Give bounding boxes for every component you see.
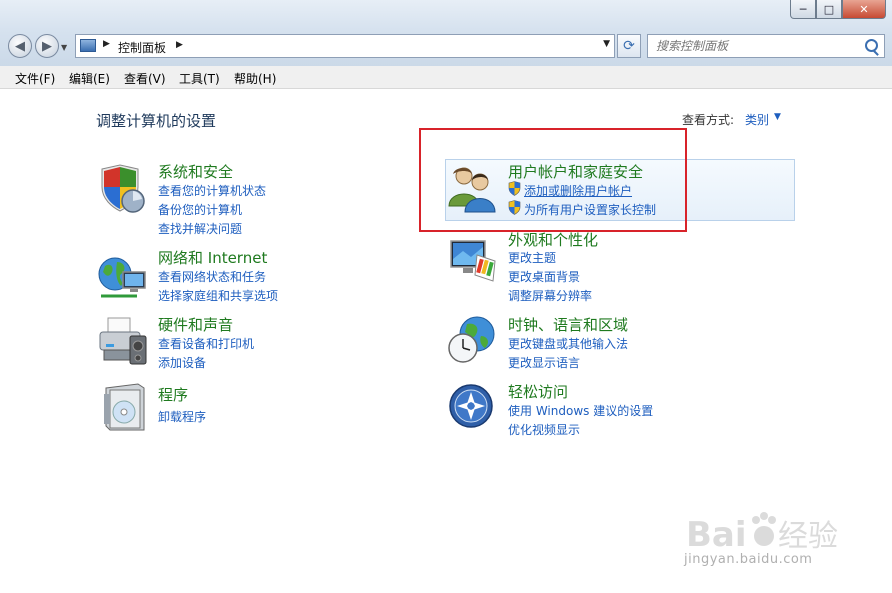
menu-edit[interactable]: 编辑(E) <box>69 70 110 87</box>
menu-file[interactable]: 文件(F) <box>15 70 55 87</box>
printer-hardware-icon <box>99 317 147 365</box>
menu-tools[interactable]: 工具(T) <box>179 70 220 87</box>
link-devices-printers[interactable]: 查看设备和打印机 <box>158 335 254 352</box>
network-globe-icon <box>98 257 146 298</box>
link-uninstall-program[interactable]: 卸载程序 <box>158 408 206 425</box>
maximize-button[interactable]: □ <box>816 0 842 19</box>
link-screen-resolution[interactable]: 调整屏幕分辨率 <box>508 287 592 304</box>
menu-view[interactable]: 查看(V) <box>124 70 166 87</box>
appearance-monitor-icon <box>450 240 496 282</box>
category-appearance[interactable]: 外观和个性化 <box>508 229 598 250</box>
search-icon[interactable] <box>865 39 878 52</box>
menu-help[interactable]: 帮助(H) <box>234 70 276 87</box>
chevron-down-icon[interactable]: ▼ <box>774 112 781 122</box>
control-panel-icon <box>80 39 96 52</box>
search-input[interactable] <box>654 38 858 54</box>
breadcrumb-control-panel[interactable]: 控制面板 <box>118 39 166 56</box>
link-add-device[interactable]: 添加设备 <box>158 354 206 371</box>
title-bar: ─ □ ✕ ◀ ▶ ▼ ▶ 控制面板 ▶ ▼ ⟳ <box>0 0 892 66</box>
watermark-url: jingyan.baidu.com <box>684 552 813 567</box>
link-view-computer-status[interactable]: 查看您的计算机状态 <box>158 182 266 199</box>
minimize-button[interactable]: ─ <box>790 0 816 19</box>
category-programs[interactable]: 程序 <box>158 384 188 405</box>
address-bar[interactable]: ▶ 控制面板 ▶ ▼ <box>75 34 615 58</box>
link-recommended-settings[interactable]: 使用 Windows 建议的设置 <box>508 402 653 419</box>
forward-button[interactable]: ▶ <box>35 34 59 58</box>
view-by-dropdown[interactable]: 类别 <box>745 111 769 128</box>
breadcrumb-arrow-icon[interactable]: ▶ <box>176 40 183 50</box>
link-backup-computer[interactable]: 备份您的计算机 <box>158 201 242 218</box>
page-title: 调整计算机的设置 <box>96 112 217 130</box>
window-controls: ─ □ ✕ <box>790 0 886 19</box>
category-system-security[interactable]: 系统和安全 <box>158 161 233 182</box>
link-desktop-background[interactable]: 更改桌面背景 <box>508 268 580 285</box>
category-hardware-sound[interactable]: 硬件和声音 <box>158 314 233 335</box>
baidu-watermark-logo: Bai 经验 <box>686 512 838 555</box>
category-ease-of-access[interactable]: 轻松访问 <box>508 381 568 402</box>
view-by-label: 查看方式: <box>682 113 735 127</box>
link-change-keyboard[interactable]: 更改键盘或其他输入法 <box>508 335 628 352</box>
link-homegroup[interactable]: 选择家庭组和共享选项 <box>158 287 278 304</box>
link-optimize-display[interactable]: 优化视频显示 <box>508 421 580 438</box>
programs-box-icon <box>104 383 145 431</box>
menu-bar: 文件(F) 编辑(E) 查看(V) 工具(T) 帮助(H) <box>0 66 892 89</box>
link-change-theme[interactable]: 更改主题 <box>508 249 556 266</box>
category-network-internet[interactable]: 网络和 Internet <box>158 247 267 268</box>
svg-text:Bai: Bai <box>686 515 747 555</box>
refresh-button[interactable]: ⟳ <box>617 34 641 58</box>
close-button[interactable]: ✕ <box>842 0 886 19</box>
address-dropdown-icon[interactable]: ▼ <box>603 39 610 49</box>
breadcrumb-arrow-icon[interactable]: ▶ <box>103 39 110 49</box>
back-button[interactable]: ◀ <box>8 34 32 58</box>
clock-globe-icon <box>448 316 495 363</box>
red-highlight-annotation <box>419 128 687 232</box>
category-clock-language[interactable]: 时钟、语言和区域 <box>508 314 628 335</box>
shield-security-icon <box>101 164 145 213</box>
link-network-status[interactable]: 查看网络状态和任务 <box>158 268 266 285</box>
link-troubleshoot[interactable]: 查找并解决问题 <box>158 220 242 237</box>
link-display-language[interactable]: 更改显示语言 <box>508 354 580 371</box>
search-box[interactable] <box>647 34 885 58</box>
ease-of-access-icon <box>449 384 493 428</box>
recent-pages-dropdown-icon[interactable]: ▼ <box>61 43 67 52</box>
svg-text:经验: 经验 <box>778 519 838 554</box>
